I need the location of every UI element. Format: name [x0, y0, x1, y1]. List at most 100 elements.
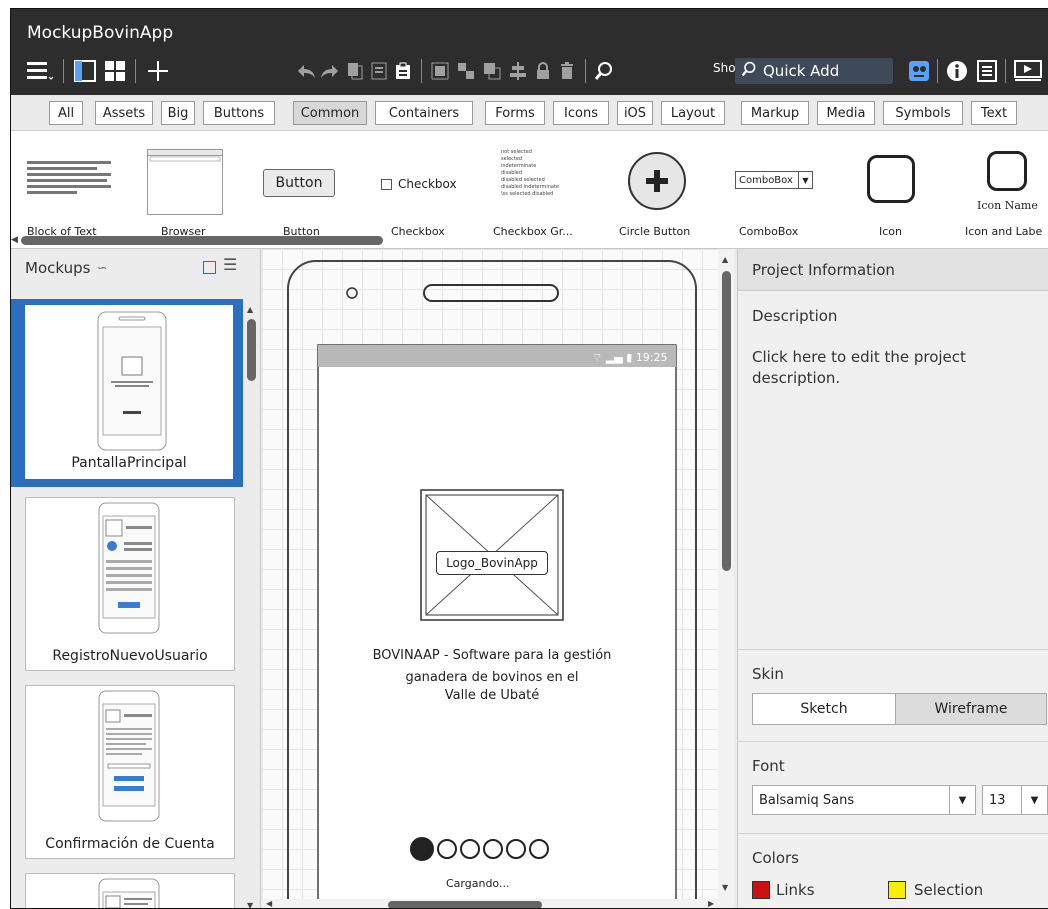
undo-icon[interactable]: [295, 59, 317, 83]
library-item-icon[interactable]: Icon: [857, 131, 927, 241]
main-menu-icon[interactable]: [25, 59, 55, 83]
redo-icon[interactable]: [319, 59, 341, 83]
component-library: Block of Text Browser Button Button Chec…: [11, 131, 1048, 249]
filter-layout[interactable]: Layout: [661, 101, 725, 125]
skin-sketch-button[interactable]: Sketch: [752, 693, 896, 725]
add-icon[interactable]: [145, 59, 171, 83]
properties-panel: Project Information Description Click he…: [737, 249, 1048, 908]
status-bar-time: ⌔ ▂▄ ▮ 19:25: [592, 351, 668, 364]
progress-dot-empty: [437, 839, 457, 859]
plus-circle-icon: [628, 152, 686, 210]
cut-icon[interactable]: [369, 59, 389, 83]
single-pane-icon[interactable]: [73, 59, 97, 83]
bring-forward-icon[interactable]: [481, 59, 503, 83]
filter-containers[interactable]: Containers: [375, 101, 473, 125]
ungroup-icon[interactable]: [455, 59, 477, 83]
description-text[interactable]: Click here to edit the project descripti…: [752, 347, 1012, 389]
lock-icon[interactable]: [533, 59, 553, 83]
scroll-up-icon[interactable]: ▲: [722, 255, 728, 264]
filter-text[interactable]: Text: [971, 101, 1017, 125]
library-item-circle-button[interactable]: Circle Button: [607, 131, 707, 241]
canvas-h-scrollbar[interactable]: [388, 901, 542, 908]
scroll-up-icon[interactable]: ▲: [247, 305, 253, 314]
signal-icon: ⌔ ▂▄ ▮: [592, 351, 636, 364]
mockup-label: RegistroNuevoUsuario: [52, 648, 208, 664]
properties-header: Project Information: [738, 249, 1048, 291]
sort-people-icon[interactable]: ∽: [96, 261, 107, 276]
present-icon[interactable]: [1013, 59, 1043, 83]
scroll-down-icon[interactable]: ▼: [722, 883, 728, 892]
colors-label: Colors: [752, 849, 799, 867]
library-scrollbar[interactable]: [21, 236, 383, 245]
mockup-label: PantallaPrincipal: [71, 455, 187, 471]
filter-symbols[interactable]: Symbols: [883, 101, 963, 125]
scroll-left-icon[interactable]: ◀: [11, 235, 18, 245]
library-item-button[interactable]: Button Button: [259, 131, 339, 241]
group-icon[interactable]: [429, 59, 451, 83]
quick-add-input[interactable]: Quick Add: [735, 58, 893, 84]
info-icon[interactable]: [945, 59, 969, 83]
thumbnail-view-icon[interactable]: [203, 261, 216, 274]
scroll-right-icon[interactable]: ▶: [708, 899, 714, 908]
library-label: ComboBox: [739, 225, 799, 238]
paste-icon[interactable]: [393, 59, 413, 83]
filter-assets[interactable]: Assets: [95, 101, 153, 125]
library-item-checkbox[interactable]: Checkbox Checkbox: [373, 131, 469, 241]
skin-wireframe-button[interactable]: Wireframe: [895, 693, 1047, 725]
font-size-select[interactable]: 13 ▼: [982, 785, 1048, 815]
phone-thumbnail-icon: [98, 690, 160, 822]
notes-icon[interactable]: [975, 59, 999, 83]
copy-icon[interactable]: [345, 59, 365, 83]
mockup-thumb-next[interactable]: [25, 873, 235, 908]
links-label: Links: [776, 881, 815, 899]
filter-ios[interactable]: iOS: [617, 101, 653, 125]
button-preview: Button: [263, 169, 335, 197]
phone-thumbnail-icon: [98, 502, 160, 634]
library-item-browser[interactable]: Browser: [139, 131, 229, 241]
mockups-panel: Mockups ∽ ☰ PantallaPrincipal RegistroNu…: [11, 249, 261, 908]
mockup-thumb-confirmacion-de-cuenta[interactable]: Confirmación de Cuenta: [25, 685, 235, 859]
mockup-thumb-pantalla-principal[interactable]: PantallaPrincipal: [11, 299, 243, 487]
mockups-title: Mockups: [25, 259, 91, 277]
filter-buttons[interactable]: Buttons: [203, 101, 275, 125]
logo-label: Logo_BovinApp: [436, 551, 548, 575]
selection-label: Selection: [914, 881, 984, 899]
filter-forms[interactable]: Forms: [485, 101, 545, 125]
library-item-checkbox-group[interactable]: not selected selected indeterminate disa…: [489, 131, 585, 241]
library-item-icon-and-label[interactable]: Icon Name Icon and Labe: [961, 131, 1048, 241]
search-icon[interactable]: [593, 59, 615, 83]
filter-markup[interactable]: Markup: [741, 101, 809, 125]
library-item-combobox[interactable]: ComboBox ▼ ComboBox: [729, 131, 819, 241]
chevron-down-icon[interactable]: ▼: [949, 786, 975, 814]
filter-media[interactable]: Media: [817, 101, 875, 125]
browser-icon: [147, 149, 223, 215]
headline-text: BOVINAAP - Software para la gestión gana…: [372, 648, 612, 703]
progress-dot-empty: [460, 839, 480, 859]
editor-canvas[interactable]: ⌔ ▂▄ ▮ 19:25 Logo_BovinApp BOVINAAP - So…: [262, 249, 734, 908]
library-item-block-of-text[interactable]: Block of Text: [21, 131, 121, 241]
list-view-icon[interactable]: ☰: [223, 255, 237, 274]
filter-common[interactable]: Common: [293, 101, 367, 125]
filter-icons[interactable]: Icons: [553, 101, 609, 125]
progress-dot-empty: [506, 839, 526, 859]
filter-big[interactable]: Big: [161, 101, 195, 125]
skin-toggle-icon[interactable]: [907, 59, 931, 83]
grid-view-icon[interactable]: [103, 59, 127, 83]
selection-color-swatch[interactable]: [888, 881, 906, 899]
chevron-down-icon[interactable]: ▼: [1021, 786, 1047, 814]
combobox-preview: ComboBox ▼: [735, 171, 813, 189]
filter-all[interactable]: All: [49, 101, 83, 125]
align-icon[interactable]: [507, 59, 529, 83]
font-family-select[interactable]: Balsamiq Sans ▼: [752, 785, 976, 815]
mockup-thumb-registro-nuevo-usuario[interactable]: RegistroNuevoUsuario: [25, 497, 235, 671]
chevron-down-icon: ▼: [798, 172, 812, 188]
checkbox-group-preview: not selected selected indeterminate disa…: [501, 149, 559, 197]
mockups-scrollbar[interactable]: [247, 319, 256, 381]
progress-dot-empty: [483, 839, 503, 859]
trash-icon[interactable]: [557, 59, 577, 83]
scroll-down-icon[interactable]: ▼: [247, 901, 253, 908]
links-color-swatch[interactable]: [752, 881, 770, 899]
canvas-v-scrollbar[interactable]: [722, 271, 731, 571]
scroll-left-icon[interactable]: ◀: [266, 899, 272, 908]
phone-thumbnail-icon: [98, 878, 160, 908]
